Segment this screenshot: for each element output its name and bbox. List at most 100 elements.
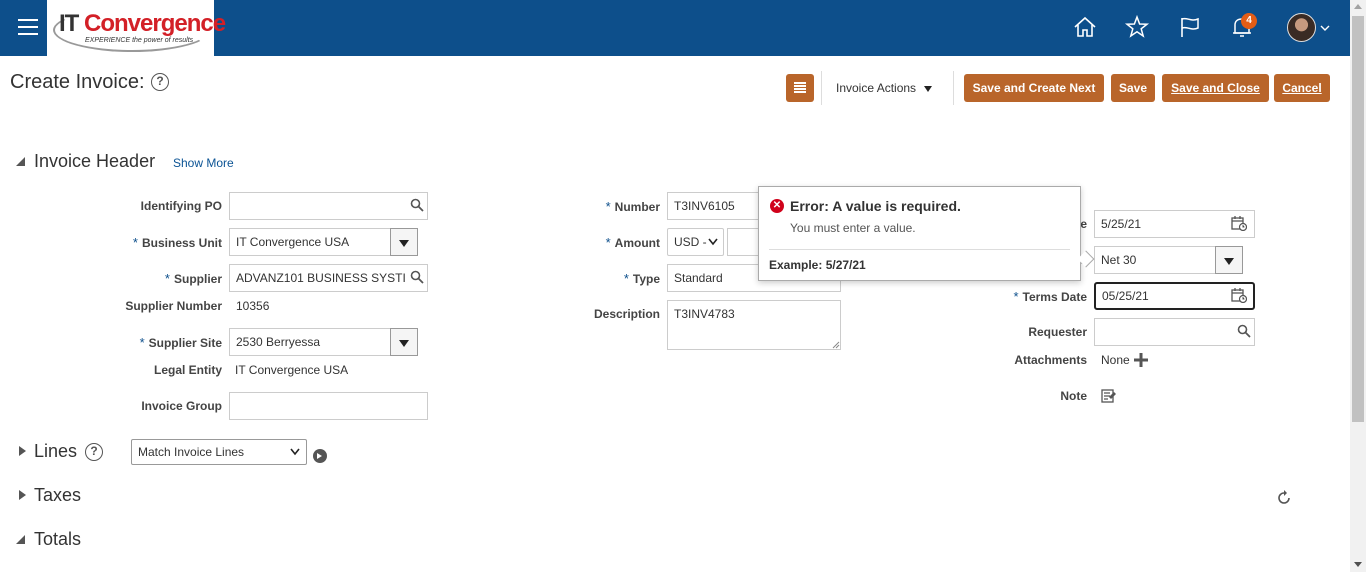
toolbar-separator <box>953 71 954 105</box>
resize-handle-icon[interactable] <box>832 341 840 349</box>
document-icon <box>794 82 806 93</box>
required-indicator: * <box>1013 289 1019 304</box>
type-label-text: Type <box>632 272 660 286</box>
totals-section-title: Totals <box>34 529 82 549</box>
logo-tagline: EXPERIENCE the power of results <box>85 37 194 44</box>
invoice-actions-label: Invoice Actions <box>836 81 917 95</box>
note-label: Note <box>1060 389 1087 403</box>
search-icon[interactable] <box>410 198 424 212</box>
save-and-create-next-button[interactable]: Save and Create Next <box>964 74 1104 102</box>
caret-down-icon <box>399 240 409 247</box>
attachments-value: None <box>1101 353 1130 367</box>
popup-divider <box>769 249 1070 250</box>
logo-convergence: Convergence <box>84 10 226 37</box>
taxes-section-title: Taxes <box>34 485 82 505</box>
supplier-site-select[interactable]: 2530 Berryessa <box>229 328 391 356</box>
page-title: Create Invoice: <box>10 71 145 93</box>
cancel-mnemonic: C <box>1282 81 1291 95</box>
lines-action-value: Match Invoice Lines <box>138 445 245 459</box>
popup-pointer <box>1077 250 1095 268</box>
collapse-triangle-icon[interactable] <box>16 535 25 544</box>
terms-date-label: * Terms Date <box>1013 289 1087 304</box>
supplier-input[interactable]: ADVANZ101 BUSINESS SYSTI <box>229 264 428 292</box>
business-unit-select[interactable]: IT Convergence USA <box>229 228 391 256</box>
legal-entity-value: IT Convergence USA <box>235 363 349 377</box>
error-example: Example: 5/27/21 <box>769 258 866 272</box>
calendar-icon[interactable] <box>1231 287 1247 303</box>
cancel-button[interactable]: Cancel <box>1274 74 1330 102</box>
description-textarea[interactable]: T3INV4783 <box>667 300 841 350</box>
supplier-site-label: * Supplier Site <box>140 335 222 350</box>
expand-triangle-icon[interactable] <box>19 446 26 456</box>
description-label: Description <box>593 307 660 321</box>
save-and-close-button[interactable]: Save and Close <box>1162 74 1269 102</box>
supplier-number-value: 10356 <box>236 299 270 313</box>
chevron-down-icon[interactable] <box>1320 23 1330 33</box>
attachments-label: Attachments <box>1014 353 1087 367</box>
business-unit-label-text: Business Unit <box>141 236 222 250</box>
supplier-site-label-text: Supplier Site <box>148 336 222 350</box>
error-message: You must enter a value. <box>790 221 916 235</box>
search-icon[interactable] <box>410 270 424 284</box>
cancel-label: ancel <box>1290 81 1322 95</box>
favorites-star-icon[interactable] <box>1124 14 1150 40</box>
go-arrow-button[interactable] <box>313 449 327 463</box>
notification-count-badge: 4 <box>1241 13 1257 29</box>
supplier-site-dropdown-button[interactable] <box>390 328 418 356</box>
expand-triangle-icon[interactable] <box>19 490 26 500</box>
amount-input[interactable] <box>727 228 759 256</box>
navigator-menu-icon[interactable] <box>18 19 38 35</box>
help-icon[interactable]: ? <box>151 73 169 91</box>
save-and-close-mnemonic: S <box>1171 81 1180 95</box>
vertical-scrollbar[interactable] <box>1350 0 1366 572</box>
lines-action-select[interactable]: Match Invoice Lines <box>131 439 307 465</box>
calendar-icon[interactable] <box>1231 215 1247 231</box>
attachments-toolbar-button[interactable] <box>786 74 814 102</box>
number-label: * Number <box>606 199 660 214</box>
user-avatar[interactable] <box>1287 13 1316 42</box>
requester-label: Requester <box>1028 325 1087 339</box>
error-popup: ✕ Error: A value is required. You must e… <box>758 186 1095 281</box>
add-attachment-icon[interactable] <box>1133 352 1149 368</box>
collapse-triangle-icon[interactable] <box>16 157 25 166</box>
caret-down-icon <box>399 340 409 347</box>
business-unit-dropdown-button[interactable] <box>390 228 418 256</box>
invoice-number-input[interactable]: T3INV6105 <box>667 192 759 220</box>
scroll-down-arrow[interactable] <box>1354 562 1362 567</box>
required-indicator: * <box>623 271 629 286</box>
company-logo[interactable]: IT Convergence EXPERIENCE the power of r… <box>47 0 226 56</box>
invoice-actions-menu[interactable]: Invoice Actions <box>836 81 933 95</box>
search-icon[interactable] <box>1237 324 1251 338</box>
payment-terms-dropdown-button[interactable] <box>1215 246 1243 274</box>
requester-input[interactable] <box>1094 318 1255 346</box>
home-icon[interactable] <box>1072 14 1098 40</box>
error-icon: ✕ <box>770 199 784 213</box>
show-more-link[interactable]: Show More <box>173 156 234 170</box>
type-label: * Type <box>624 271 660 286</box>
global-header: IT Convergence EXPERIENCE the power of r… <box>0 0 1350 56</box>
supplier-number-label: Supplier Number <box>125 299 222 313</box>
supplier-label-text: Supplier <box>173 272 222 286</box>
add-note-icon[interactable] <box>1101 388 1117 404</box>
supplier-label: * Supplier <box>165 271 222 286</box>
invoice-group-input[interactable] <box>229 392 428 420</box>
business-unit-label: * Business Unit <box>133 235 222 250</box>
identifying-po-input[interactable] <box>229 192 428 220</box>
required-indicator: * <box>605 199 611 214</box>
help-icon[interactable]: ? <box>85 443 103 461</box>
amount-label: * Amount <box>606 235 660 250</box>
required-indicator: * <box>139 335 145 350</box>
payment-terms-select[interactable]: Net 30 <box>1094 246 1216 274</box>
currency-value: USD - <box>674 235 707 249</box>
watchlist-flag-icon[interactable] <box>1177 14 1203 40</box>
scrollbar-thumb[interactable] <box>1352 16 1364 422</box>
invoice-header-title: Invoice Header <box>34 151 156 171</box>
chevron-down-icon <box>708 238 718 246</box>
required-indicator: * <box>132 235 138 250</box>
required-indicator: * <box>605 235 611 250</box>
save-button[interactable]: Save <box>1111 74 1155 102</box>
scroll-up-arrow[interactable] <box>1354 4 1362 9</box>
refresh-icon[interactable] <box>1276 490 1292 506</box>
caret-down-icon <box>1224 258 1234 265</box>
logo-it: IT <box>59 10 79 37</box>
